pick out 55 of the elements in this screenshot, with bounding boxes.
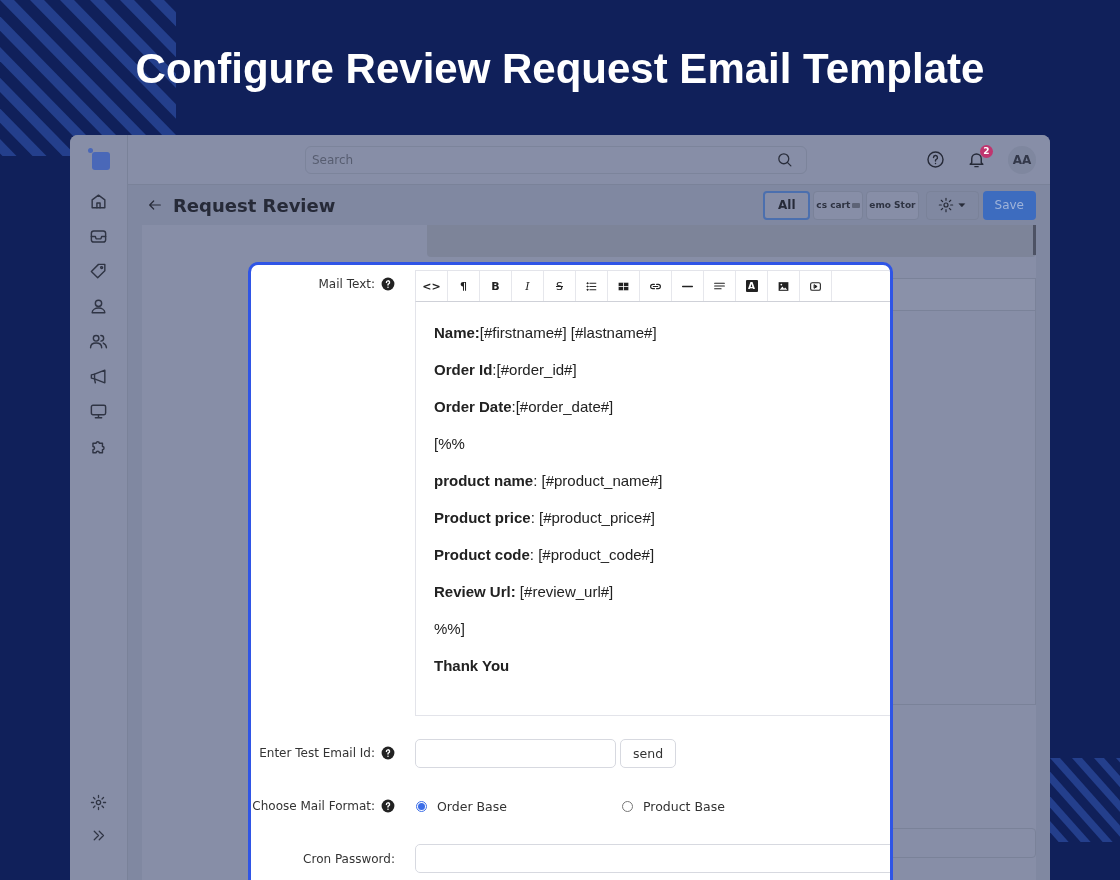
back-arrow-icon[interactable] xyxy=(147,197,163,213)
editor-text: Order Id:[#order_id#] xyxy=(434,361,577,379)
editor-text: %%] xyxy=(434,620,465,638)
store-filter-button[interactable]: cs cart xyxy=(813,190,864,220)
table-icon[interactable] xyxy=(617,279,630,293)
bold-button[interactable]: B xyxy=(480,271,512,301)
store-filter-button[interactable]: All xyxy=(763,190,811,220)
editor-text: product name: [#product_name#] xyxy=(434,472,663,490)
inbox-icon[interactable] xyxy=(89,227,108,246)
user-icon[interactable] xyxy=(89,297,108,316)
editor-text: Name:[#firstname#] [#lastname#] xyxy=(434,324,657,342)
editor-text: Product price: [#product_price#] xyxy=(434,509,655,527)
settings-dropdown-button[interactable] xyxy=(925,190,979,220)
store-filter-button[interactable]: emo Stor xyxy=(866,190,919,220)
megaphone-icon[interactable] xyxy=(89,367,108,386)
rich-text-editor[interactable] xyxy=(415,302,890,716)
field-label: Enter Test Email Id: xyxy=(259,746,375,760)
field-label: Mail Text: xyxy=(318,277,375,291)
option-label[interactable]: Order Base xyxy=(437,798,507,814)
option-label[interactable]: Product Base xyxy=(643,798,725,814)
editor-text: Order Date:[#order_date#] xyxy=(434,398,614,416)
page-heading: Request Review xyxy=(173,194,336,216)
settings-icon xyxy=(938,197,955,213)
editor-text: Review Url: [#review_url#] xyxy=(434,583,614,601)
settings-icon[interactable] xyxy=(90,794,107,811)
editor-text: Product code: [#product_code#] xyxy=(434,546,655,564)
bell-icon[interactable] xyxy=(967,150,986,169)
help-icon[interactable] xyxy=(926,150,945,169)
monitor-icon[interactable] xyxy=(89,402,108,421)
strike-button[interactable]: S xyxy=(544,271,576,301)
email-input-field[interactable] xyxy=(415,739,616,768)
field-label: Choose Mail Format: xyxy=(252,799,375,813)
scrollbar[interactable] xyxy=(1033,225,1036,255)
code-button[interactable]: <> xyxy=(416,271,448,301)
help-icon xyxy=(381,746,395,760)
help-icon xyxy=(381,277,395,291)
editor-text: [%% xyxy=(434,435,465,453)
editor-text: Thank You xyxy=(434,657,510,675)
bulleted-list-icon[interactable] xyxy=(585,279,598,293)
search-icon xyxy=(776,150,793,168)
image-icon[interactable] xyxy=(777,279,790,293)
paragraph-button[interactable]: ¶ xyxy=(448,271,480,301)
password-input-field[interactable] xyxy=(415,844,890,873)
users-icon[interactable] xyxy=(89,332,108,351)
page-title: Configure Review Request Email Template xyxy=(135,44,985,94)
field-label: Cron Password: xyxy=(303,851,395,866)
text-color-button[interactable]: A xyxy=(736,271,768,301)
send-button[interactable]: send xyxy=(620,739,677,768)
caret-icon xyxy=(958,201,967,209)
help-icon xyxy=(381,799,395,813)
tag-icon[interactable] xyxy=(89,262,108,281)
video-icon[interactable] xyxy=(809,279,822,293)
notification-badge: 2 xyxy=(980,145,993,158)
home-icon[interactable] xyxy=(89,192,108,211)
italic-button[interactable]: I xyxy=(512,271,544,301)
